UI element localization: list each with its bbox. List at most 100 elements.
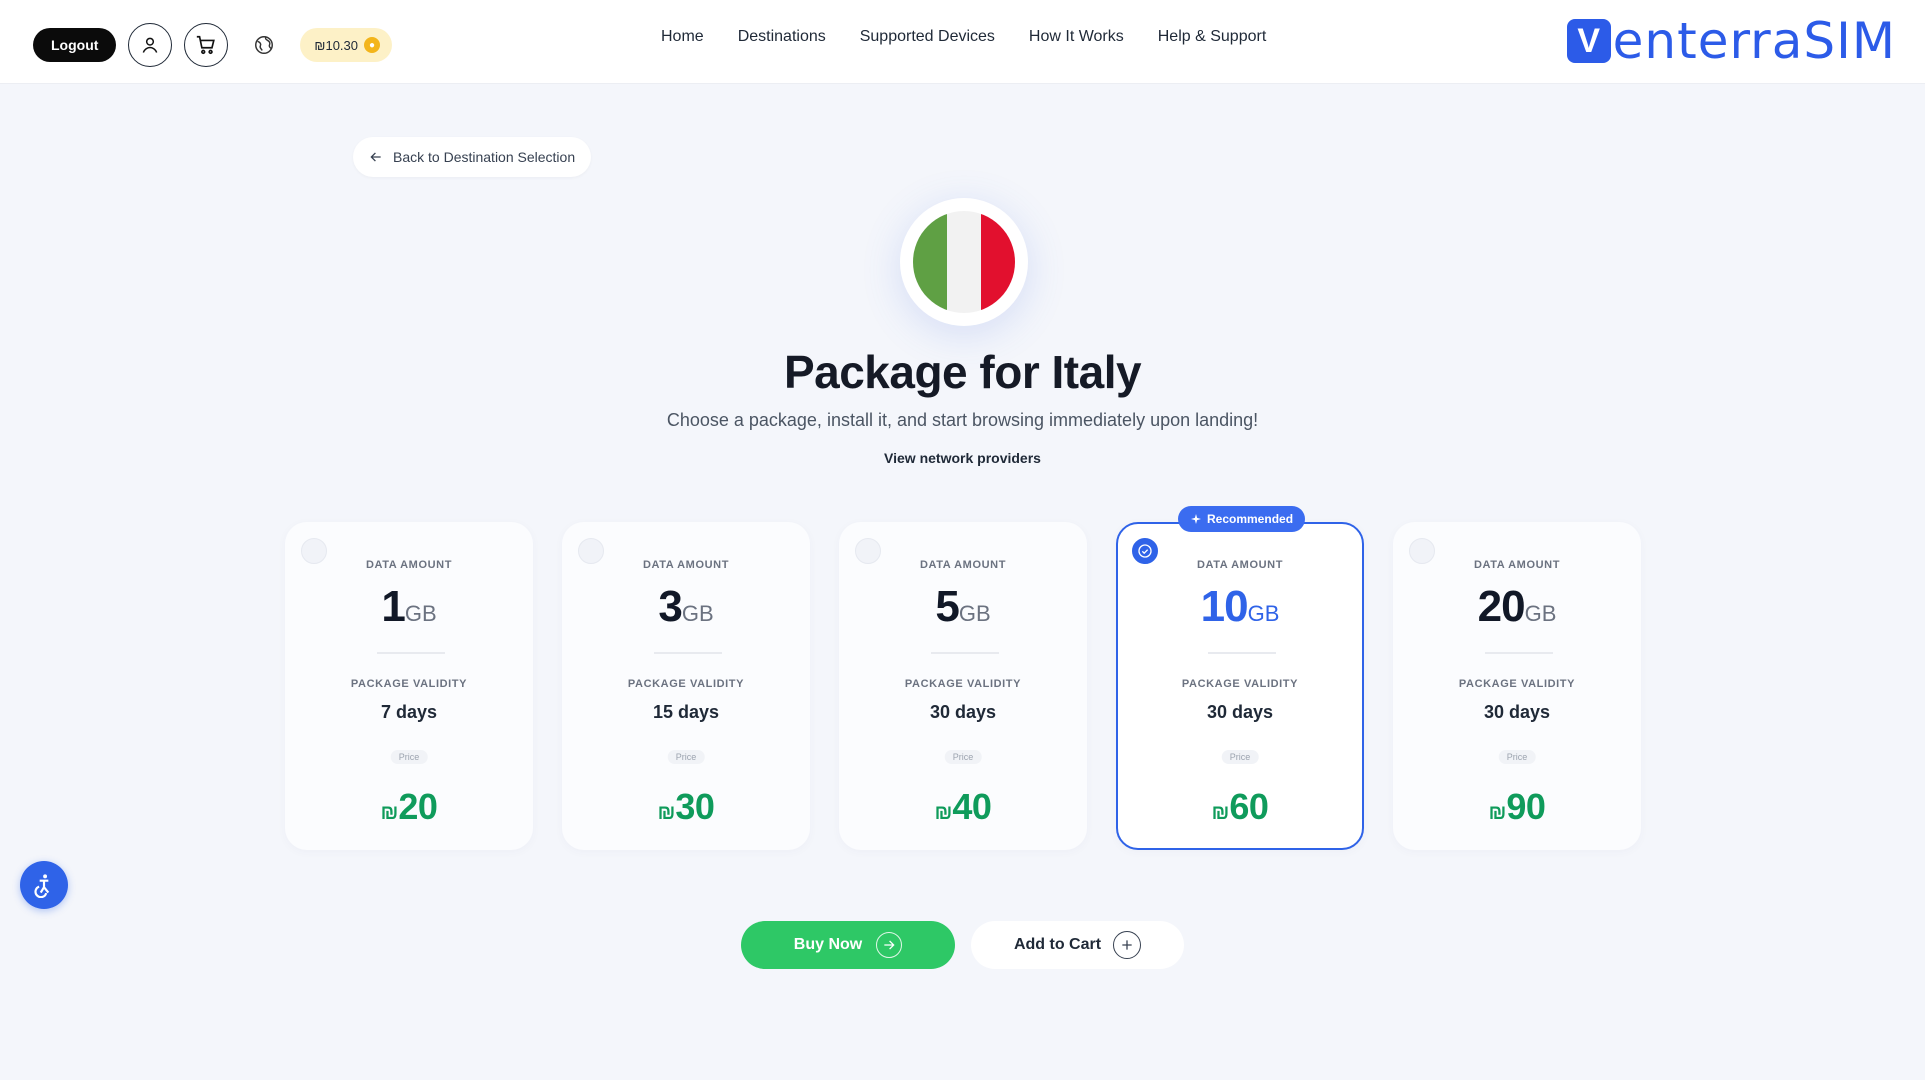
- nav-how-it-works[interactable]: How It Works: [1029, 28, 1124, 46]
- price-value: 30: [675, 786, 715, 827]
- coin-icon: ●: [364, 37, 380, 53]
- header-tools: Logout ₪10.30 ●: [33, 23, 392, 67]
- nav-supported-devices[interactable]: Supported Devices: [860, 28, 995, 46]
- validity-value: 30 days: [1483, 702, 1551, 722]
- page-title: Package for Italy: [783, 346, 1142, 398]
- data-unit: GB: [958, 601, 991, 626]
- plus-icon: [1113, 931, 1142, 959]
- page-subtitle: Choose a package, install it, and start …: [666, 410, 1259, 430]
- package-card-20gb[interactable]: DATA AMOUNT 20GB PACKAGE VALIDITY 30 day…: [1393, 522, 1641, 850]
- data-amount-value: 1: [381, 582, 406, 631]
- price-label: Price: [667, 750, 705, 764]
- arrow-left-icon: [370, 152, 381, 162]
- flag-stripe-red: [981, 211, 1015, 313]
- validity-value: 7 days: [380, 702, 438, 722]
- cart-icon: [197, 35, 216, 55]
- data-unit: GB: [1247, 601, 1280, 626]
- price: ₪30: [564, 786, 808, 828]
- balance-chip[interactable]: ₪10.30 ●: [300, 28, 392, 62]
- view-network-providers-link[interactable]: View network providers: [0, 450, 1925, 466]
- main-nav: Home Destinations Supported Devices How …: [661, 28, 1266, 46]
- card-divider: [377, 652, 445, 654]
- validity-label: PACKAGE VALIDITY: [350, 678, 468, 690]
- price-label: Price: [1221, 750, 1259, 764]
- data-unit: GB: [404, 601, 437, 626]
- price-label: Price: [944, 750, 982, 764]
- data-unit: GB: [681, 601, 714, 626]
- data-amount-label: DATA AMOUNT: [1196, 559, 1284, 571]
- country-flag: [900, 198, 1028, 326]
- arrow-right-icon: [876, 932, 903, 958]
- data-amount-label: DATA AMOUNT: [642, 559, 730, 571]
- currency-symbol: ₪: [657, 802, 676, 824]
- account-button[interactable]: [128, 23, 173, 67]
- validity-label: PACKAGE VALIDITY: [904, 678, 1022, 690]
- nav-destinations[interactable]: Destinations: [738, 28, 826, 46]
- balance-value: ₪10.30: [314, 37, 358, 53]
- logout-button[interactable]: Logout: [33, 28, 117, 62]
- price-label: Price: [1498, 750, 1536, 764]
- add-to-cart-label: Add to Cart: [1013, 936, 1102, 953]
- price-value: 40: [952, 786, 992, 827]
- price: ₪20: [287, 786, 531, 828]
- currency-symbol: ₪: [934, 802, 953, 824]
- buy-now-label: Buy Now: [793, 936, 863, 953]
- data-amount-label: DATA AMOUNT: [1473, 559, 1561, 571]
- buy-now-button[interactable]: Buy Now: [741, 921, 955, 969]
- validity-value: 30 days: [929, 702, 997, 722]
- package-card-5gb[interactable]: DATA AMOUNT 5GB PACKAGE VALIDITY 30 days…: [839, 522, 1087, 850]
- language-button[interactable]: [246, 27, 282, 63]
- validity-label: PACKAGE VALIDITY: [1458, 678, 1576, 690]
- italy-flag-icon: [913, 211, 1015, 313]
- currency-symbol: ₪: [1211, 802, 1230, 824]
- price-value: 20: [398, 786, 438, 827]
- data-amount-label: DATA AMOUNT: [919, 559, 1007, 571]
- validity-label: PACKAGE VALIDITY: [627, 678, 745, 690]
- package-card-1gb[interactable]: DATA AMOUNT 1GB PACKAGE VALIDITY 7 days …: [285, 522, 533, 850]
- accessibility-icon: [34, 874, 50, 898]
- accessibility-button[interactable]: [20, 861, 68, 909]
- brand-logo[interactable]: V enterraSIM: [1566, 12, 1896, 70]
- data-amount: 20GB: [1395, 582, 1639, 632]
- card-divider: [1485, 652, 1553, 654]
- check-circle-icon: [1138, 544, 1152, 558]
- package-list: DATA AMOUNT 1GB PACKAGE VALIDITY 7 days …: [285, 506, 1641, 850]
- flag-stripe-green: [913, 211, 947, 313]
- nav-home[interactable]: Home: [661, 28, 704, 46]
- globe-icon: [255, 36, 274, 54]
- nav-help-support[interactable]: Help & Support: [1158, 28, 1267, 46]
- data-amount: 5GB: [841, 582, 1085, 632]
- recommended-label: Recommended: [1207, 512, 1294, 526]
- data-amount-value: 3: [658, 582, 683, 631]
- recommended-badge: Recommended: [1178, 506, 1306, 532]
- flag-stripe-white: [947, 211, 981, 313]
- data-unit: GB: [1524, 601, 1557, 626]
- user-icon: [143, 37, 158, 53]
- validity-value: 30 days: [1206, 702, 1274, 722]
- package-card-10gb[interactable]: Recommended DATA AMOUNT 10GB PACKAGE VAL…: [1116, 506, 1364, 850]
- data-amount-value: 10: [1200, 582, 1249, 631]
- back-label: Back to Destination Selection: [393, 149, 576, 165]
- price: ₪40: [841, 786, 1085, 828]
- price-value: 60: [1229, 786, 1269, 827]
- price: ₪60: [1118, 786, 1362, 828]
- price: ₪90: [1395, 786, 1639, 828]
- data-amount: 10GB: [1118, 582, 1362, 632]
- data-amount-value: 5: [935, 582, 960, 631]
- top-header: Logout ₪10.30 ● Home Destinations Suppor…: [0, 0, 1925, 84]
- data-amount: 1GB: [287, 582, 531, 632]
- card-divider: [931, 652, 999, 654]
- back-to-destinations-link[interactable]: Back to Destination Selection: [353, 137, 592, 177]
- data-amount: 3GB: [564, 582, 808, 632]
- sparkle-icon: [1191, 514, 1201, 524]
- currency-symbol: ₪: [1488, 802, 1507, 824]
- price-label: Price: [390, 750, 428, 764]
- card-divider: [654, 652, 722, 654]
- cart-button[interactable]: [184, 23, 229, 67]
- data-amount-label: DATA AMOUNT: [365, 559, 453, 571]
- brand-text: enterraSIM: [1612, 12, 1896, 70]
- currency-symbol: ₪: [380, 802, 399, 824]
- brand-mark: V: [1566, 19, 1611, 63]
- package-card-3gb[interactable]: DATA AMOUNT 3GB PACKAGE VALIDITY 15 days…: [562, 522, 810, 850]
- add-to-cart-button[interactable]: Add to Cart: [971, 921, 1184, 969]
